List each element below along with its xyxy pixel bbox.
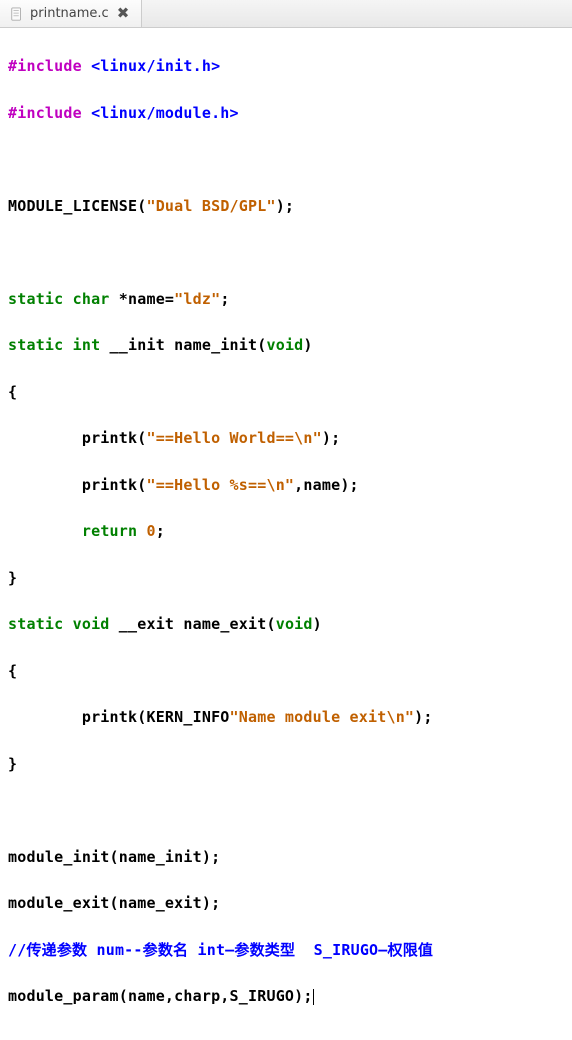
text-cursor [313, 989, 314, 1006]
code-line: printk("==Hello %s==\n",name); [8, 474, 564, 497]
close-icon[interactable]: ✖ [115, 6, 132, 21]
code-line [8, 148, 564, 171]
code-line: #include <linux/module.h> [8, 102, 564, 125]
code-line: static char *name="ldz"; [8, 288, 564, 311]
code-line: MODULE_LICENSE("Dual BSD/GPL"); [8, 195, 564, 218]
file-icon [10, 7, 24, 21]
code-line: printk(KERN_INFO"Name module exit\n"); [8, 706, 564, 729]
code-line: } [8, 567, 564, 590]
tab-filename: printname.c [30, 6, 109, 21]
code-line [8, 241, 564, 264]
code-line: { [8, 660, 564, 683]
code-line: #include <linux/init.h> [8, 55, 564, 78]
code-editor[interactable]: #include <linux/init.h> #include <linux/… [0, 28, 572, 1040]
code-line: module_exit(name_exit); [8, 892, 564, 915]
code-line: return 0; [8, 520, 564, 543]
code-line: //传递参数 num--参数名 int—参数类型 S_IRUGO—权限值 [8, 939, 564, 962]
code-line: } [8, 753, 564, 776]
code-line: static int __init name_init(void) [8, 334, 564, 357]
code-line: static void __exit name_exit(void) [8, 613, 564, 636]
code-line: module_param(name,charp,S_IRUGO); [8, 985, 564, 1008]
tab-bar: printname.c ✖ [0, 0, 572, 28]
code-line: module_init(name_init); [8, 846, 564, 869]
code-line: printk("==Hello World==\n"); [8, 427, 564, 450]
code-line: { [8, 381, 564, 404]
code-line [8, 799, 564, 822]
tab-printname[interactable]: printname.c ✖ [0, 0, 142, 27]
